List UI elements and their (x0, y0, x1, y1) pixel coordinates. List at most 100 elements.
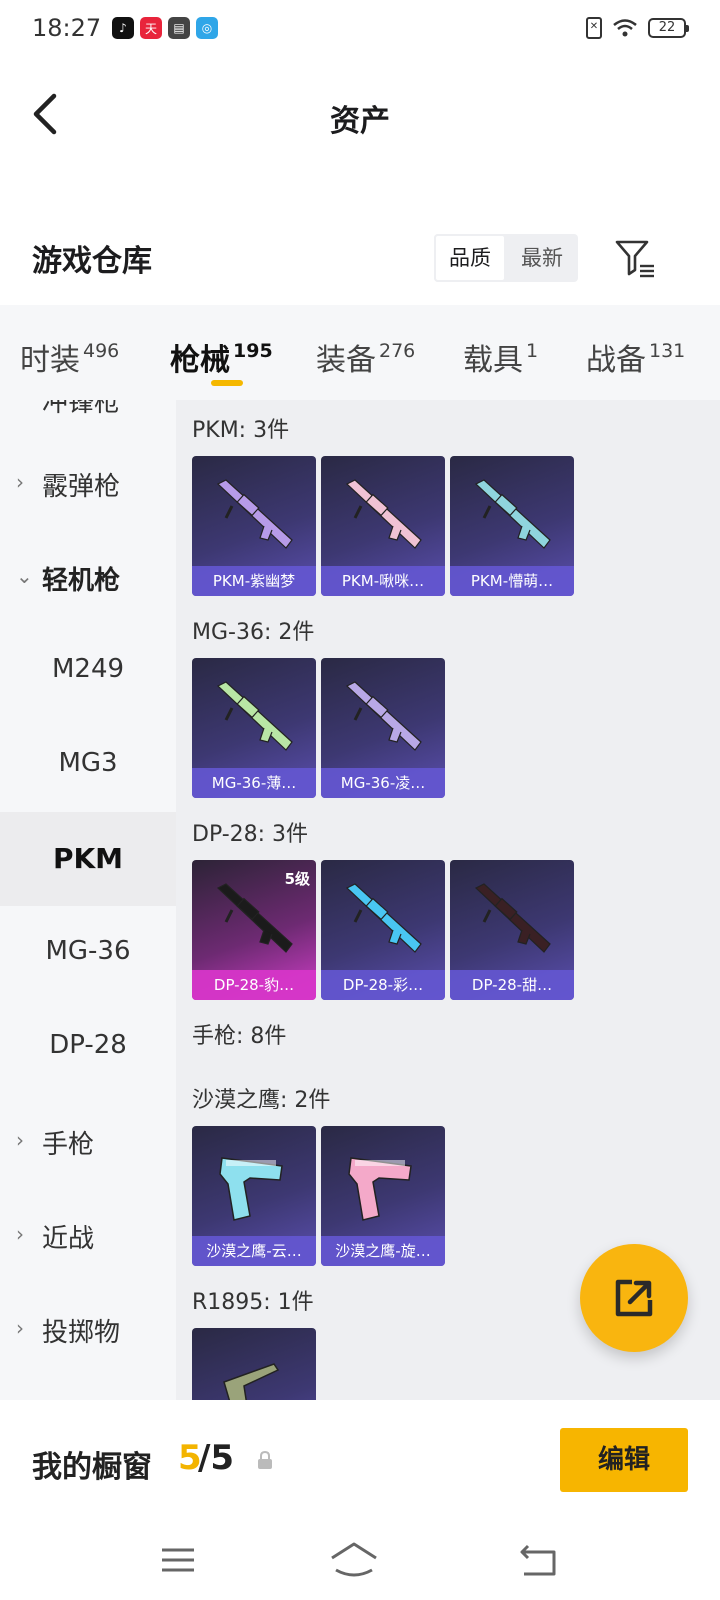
item-card[interactable]: DP-28-甜… (450, 860, 574, 1000)
item-name: DP-28-甜… (450, 970, 574, 1000)
chevron-down-icon: ⌄ (16, 564, 33, 588)
sidebar-item-label: 霰弹枪 (42, 472, 121, 502)
sidebar-item-pistol[interactable]: › 手枪 (0, 1094, 176, 1188)
item-card[interactable]: MG-36-凌… (321, 658, 445, 798)
tianmao-app-icon: 天 (140, 17, 162, 39)
showcase-total-count: /5 (198, 1438, 235, 1478)
sidebar-item-label: 投掷物 (42, 1318, 121, 1348)
showcase-bar: 我的橱窗 5 /5 编辑 (0, 1404, 720, 1520)
item-name: 沙漠之鹰-云… (192, 1236, 316, 1266)
lock-icon (258, 1450, 272, 1469)
browser-app-icon: ◎ (196, 17, 218, 39)
tab-count: 195 (233, 340, 273, 362)
weapon-image (345, 681, 422, 751)
sidebar-item-label: DP-28 (49, 1030, 127, 1060)
tab-label: 战备 (586, 343, 646, 378)
weapon-image (348, 1157, 412, 1221)
item-card[interactable]: DP-28-彩… (321, 860, 445, 1000)
sidebar-item-label: MG-36 (45, 936, 131, 966)
sidebar-item-label: 近战 (42, 1224, 95, 1254)
item-card[interactable]: 沙漠之鹰-旋… (321, 1126, 445, 1266)
tab-guns[interactable]: 枪械 195 (170, 335, 273, 379)
item-name: PKM-啾咪… (321, 566, 445, 596)
status-bar: 18:27 ♪ 天 ▤ ◎ ✕ 22 (0, 0, 720, 58)
item-name: PKM-懵萌… (450, 566, 574, 596)
filter-icon[interactable] (614, 238, 656, 280)
active-tab-indicator (211, 380, 243, 386)
chevron-right-icon: › (16, 470, 24, 494)
item-card[interactable]: PKM-懵萌… (450, 456, 574, 596)
warehouse-row: 游戏仓库 品质 最新 (0, 230, 720, 290)
item-card[interactable]: 沙漠之鹰-云… (192, 1126, 316, 1266)
sort-quality-button[interactable]: 品质 (434, 234, 506, 282)
status-indicators: ✕ 22 (586, 17, 689, 39)
item-name: 沙漠之鹰-旋… (321, 1236, 445, 1266)
external-link-icon (615, 1279, 653, 1317)
open-external-button[interactable] (580, 1244, 688, 1352)
wifi-icon (613, 19, 637, 37)
tab-label: 装备 (316, 343, 376, 378)
tab-label: 时装 (20, 343, 80, 378)
tab-equipment[interactable]: 装备 276 (316, 335, 415, 379)
chevron-right-icon: › (16, 1128, 24, 1152)
back-icon[interactable] (518, 1540, 558, 1580)
tab-fashion[interactable]: 时装 496 (20, 335, 119, 379)
group-title-r1895: R1895: 1件 (192, 1290, 314, 1315)
sidebar-item-pkm[interactable]: PKM (0, 812, 176, 906)
group-title-dp28: DP-28: 3件 (192, 822, 309, 847)
sidebar-item-smg-partial[interactable]: 冲锋枪 (42, 400, 120, 419)
tab-supplies[interactable]: 战备 131 (586, 335, 685, 379)
item-card[interactable]: PKM-啾咪… (321, 456, 445, 596)
tab-count: 496 (83, 340, 120, 362)
edit-button[interactable]: 编辑 (560, 1428, 688, 1492)
sort-toggle: 品质 最新 (434, 234, 578, 282)
category-sidebar: 冲锋枪 › 霰弹枪 ⌄ 轻机枪 M249 MG3 PKM MG-36 DP-28… (0, 400, 176, 1400)
menu-icon[interactable] (158, 1540, 198, 1580)
item-name: MG-36-薄… (192, 768, 316, 798)
item-card[interactable] (192, 1328, 316, 1400)
item-name: DP-28-豹… (192, 970, 316, 1000)
sort-newest-button[interactable]: 最新 (506, 234, 578, 282)
sidebar-item-throwable[interactable]: › 投掷物 (0, 1282, 176, 1376)
sidebar-item-dp28[interactable]: DP-28 (0, 1000, 176, 1094)
item-name: MG-36-凌… (321, 768, 445, 798)
item-card[interactable]: MG-36-薄… (192, 658, 316, 798)
battery-icon: 22 (648, 18, 689, 38)
item-card[interactable]: 5级 DP-28-豹… (192, 860, 316, 1000)
tab-label: 载具 (463, 343, 523, 378)
weapon-image (219, 1157, 283, 1221)
group-title-mg36: MG-36: 2件 (192, 620, 315, 645)
sidebar-item-mg36[interactable]: MG-36 (0, 906, 176, 1000)
group-title-pkm: PKM: 3件 (192, 418, 290, 443)
sidebar-item-shotgun[interactable]: › 霰弹枪 (0, 436, 176, 530)
weapon-image (345, 883, 422, 953)
tab-count: 276 (379, 340, 416, 362)
sidebar-item-label: M249 (51, 654, 125, 684)
tab-count: 131 (649, 340, 686, 362)
item-name: PKM-紫幽梦 (192, 566, 316, 596)
sidebar-item-lmg[interactable]: ⌄ 轻机枪 (0, 530, 176, 624)
weapon-image (345, 479, 422, 549)
grade-badge: 5级 (284, 870, 310, 888)
wallet-app-icon: ▤ (168, 17, 190, 39)
tab-vehicles[interactable]: 载具 1 (463, 335, 538, 379)
sidebar-item-mg3[interactable]: MG3 (0, 718, 176, 812)
status-app-icons: ♪ 天 ▤ ◎ (112, 17, 218, 39)
sidebar-item-label: 轻机枪 (42, 566, 121, 596)
top-header: 资产 (0, 70, 720, 160)
status-time: 18:27 (32, 14, 102, 42)
sidebar-item-label: 手枪 (42, 1130, 95, 1160)
tab-count: 1 (526, 340, 539, 362)
page-title: 资产 (330, 104, 390, 139)
sidebar-item-melee[interactable]: › 近战 (0, 1188, 176, 1282)
sidebar-item-m249[interactable]: M249 (0, 624, 176, 718)
weapon-image (223, 1363, 280, 1400)
weapon-image (474, 883, 551, 953)
group-title-desert-eagle: 沙漠之鹰: 2件 (192, 1088, 331, 1113)
item-card[interactable]: PKM-紫幽梦 (192, 456, 316, 596)
tiktok-app-icon: ♪ (112, 17, 134, 39)
group-title-pistol: 手枪: 8件 (192, 1024, 287, 1049)
home-icon[interactable] (330, 1540, 378, 1580)
no-sim-icon: ✕ (586, 17, 602, 39)
tab-label: 枪械 (170, 343, 230, 378)
